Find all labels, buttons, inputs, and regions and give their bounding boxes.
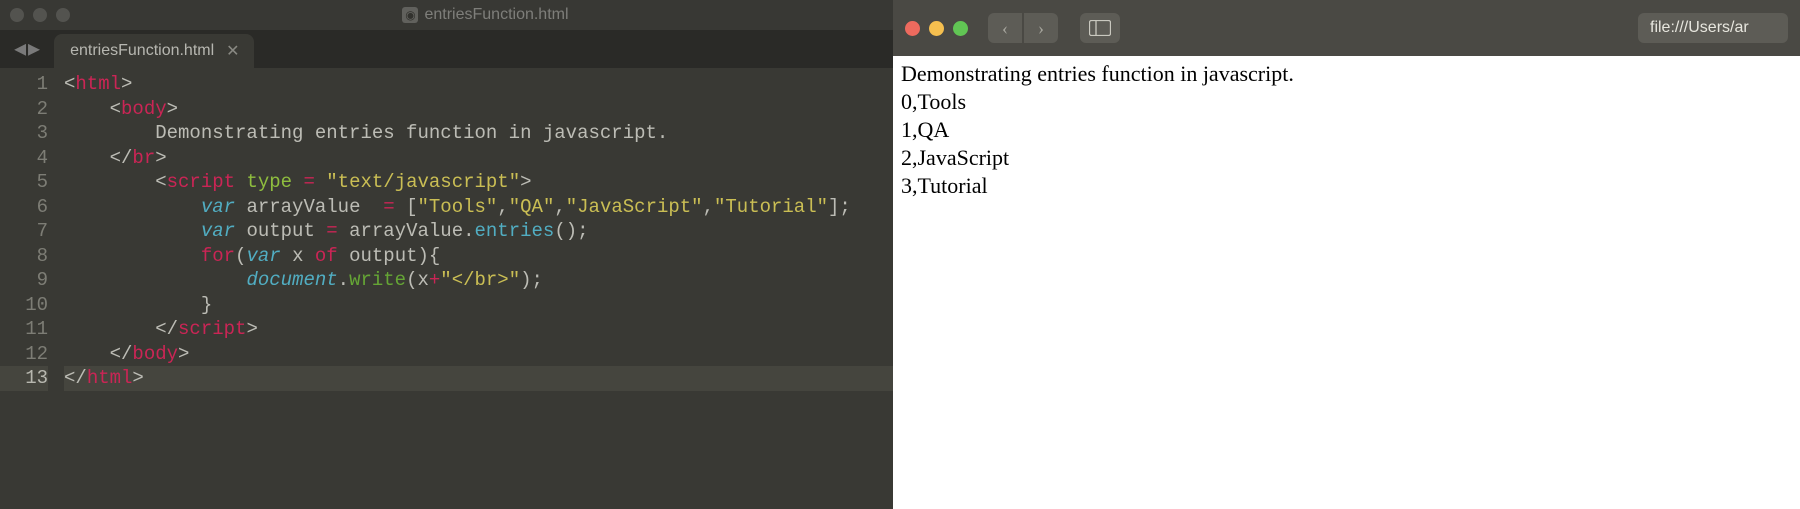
output-line: 1,QA [901,116,1792,144]
code-line: </html> [64,366,893,391]
line-number: 13 [0,366,48,391]
browser-traffic-lights [905,21,968,36]
line-number: 4 [0,146,48,171]
output-line: 3,Tutorial [901,172,1792,200]
sidebar-icon [1089,20,1111,36]
tab-forward-icon[interactable]: ▶ [28,36,40,62]
address-text: file:///Users/ar [1650,19,1749,37]
editor-traffic-lights [10,8,70,22]
code-line: </script> [64,317,893,342]
line-number: 8 [0,244,48,269]
maximize-icon[interactable] [953,21,968,36]
code-line: <html> [64,72,893,97]
address-bar[interactable]: file:///Users/ar [1638,13,1788,43]
line-number: 11 [0,317,48,342]
tab-label: entriesFunction.html [70,42,214,60]
line-number: 5 [0,170,48,195]
sidebar-toggle-button[interactable] [1080,13,1120,43]
browser-window: ‹ › file:///Users/ar Demonstrating entri… [893,0,1800,509]
output-line: 0,Tools [901,88,1792,116]
browser-toolbar: ‹ › file:///Users/ar [893,0,1800,56]
line-number: 2 [0,97,48,122]
code-line: var arrayValue = ["Tools","QA","JavaScri… [64,195,893,220]
editor-body: 12345678910111213 <html> <body> Demonstr… [0,68,893,509]
editor-titlebar: ◉ entriesFunction.html [0,0,893,30]
code-line: for(var x of output){ [64,244,893,269]
code-line: </body> [64,342,893,367]
minimize-icon[interactable] [929,21,944,36]
close-icon[interactable] [905,21,920,36]
code-line: Demonstrating entries function in javasc… [64,121,893,146]
tab-back-icon[interactable]: ◀ [14,36,26,62]
code-line: } [64,293,893,318]
output-line: Demonstrating entries function in javasc… [901,60,1792,88]
forward-button[interactable]: › [1024,13,1058,43]
code-line: <body> [64,97,893,122]
code-area[interactable]: <html> <body> Demonstrating entries func… [58,68,893,509]
tab-entriesfunction[interactable]: entriesFunction.html ✕ [54,34,253,68]
line-number: 10 [0,293,48,318]
page-content: Demonstrating entries function in javasc… [893,56,1800,509]
close-tab-icon[interactable]: ✕ [226,41,239,61]
code-editor-window: ◉ entriesFunction.html ◀ ▶ entriesFuncti… [0,0,893,509]
line-number: 9 [0,268,48,293]
nav-buttons: ‹ › [988,13,1058,43]
code-line: </br> [64,146,893,171]
output-line: 2,JavaScript [901,144,1792,172]
back-button[interactable]: ‹ [988,13,1022,43]
line-number: 12 [0,342,48,367]
code-line: document.write(x+"</br>"); [64,268,893,293]
editor-window-title: entriesFunction.html [424,6,568,24]
line-number-gutter: 12345678910111213 [0,68,58,509]
code-line: <script type = "text/javascript"> [64,170,893,195]
maximize-icon[interactable] [56,8,70,22]
line-number: 3 [0,121,48,146]
close-icon[interactable] [10,8,24,22]
tab-bar: ◀ ▶ entriesFunction.html ✕ [0,30,893,68]
line-number: 6 [0,195,48,220]
line-number: 7 [0,219,48,244]
minimize-icon[interactable] [33,8,47,22]
tab-nav-arrows: ◀ ▶ [6,36,48,68]
code-line: var output = arrayValue.entries(); [64,219,893,244]
file-icon: ◉ [402,7,418,23]
line-number: 1 [0,72,48,97]
